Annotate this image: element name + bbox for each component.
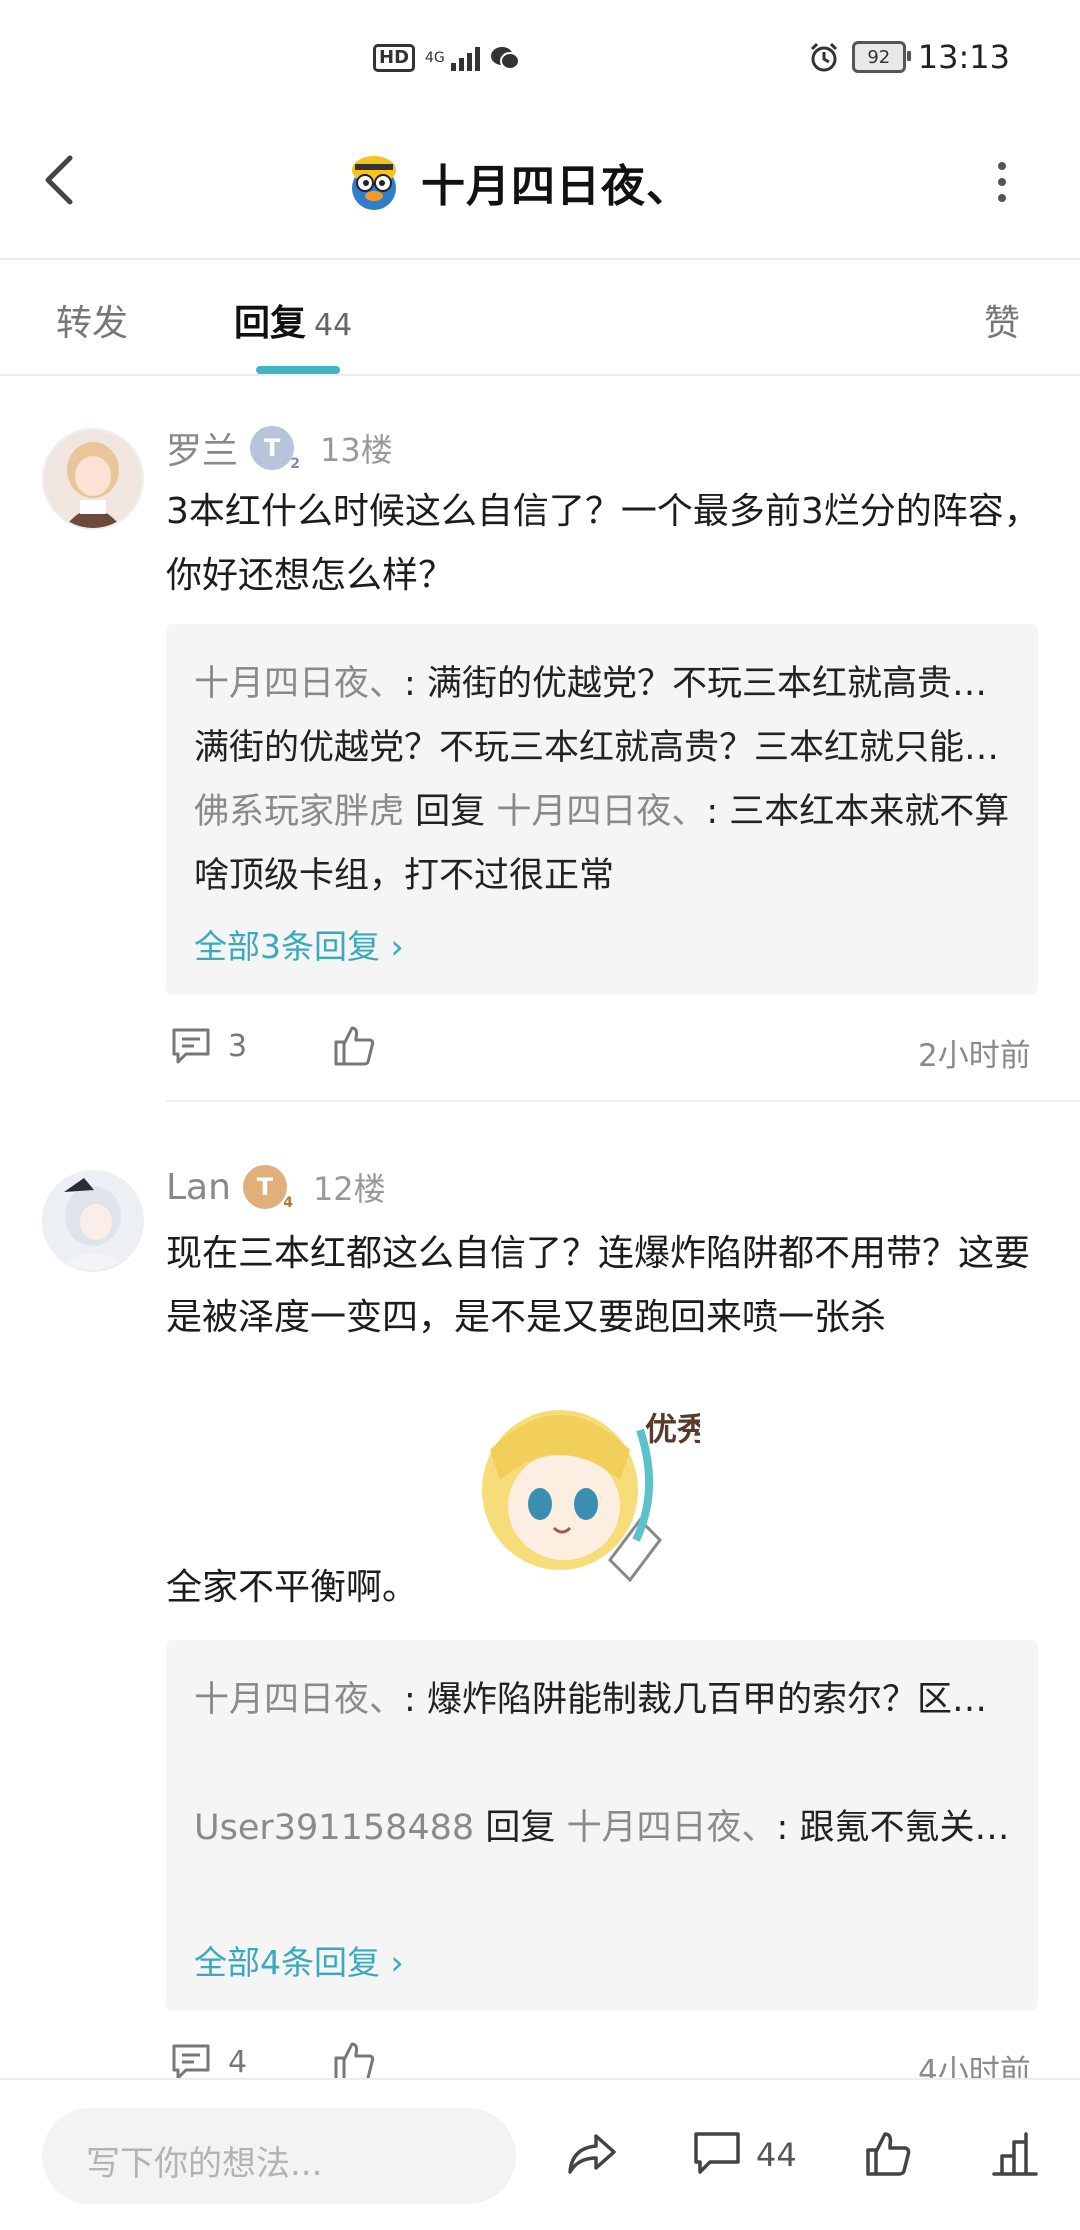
wechat-icon (490, 47, 520, 70)
level-badge: T 2 (250, 426, 300, 472)
comment-header: 罗兰 T 2 13楼 (166, 422, 393, 474)
title-group[interactable]: 十月四日夜、 (345, 150, 691, 214)
reply-author: 十月四日夜、 (194, 664, 405, 704)
avatar-image (44, 1172, 142, 1270)
hd-icon: HD (373, 44, 416, 72)
tab-indicator (256, 366, 340, 374)
status-right: 92 13:13 (808, 38, 1010, 76)
view-all-label: 全部4条回复 (194, 1943, 380, 1982)
reply-line: User391158488 回复 十月四日夜、: 跟氪不氪关系不大，三本红这种快… (194, 1796, 1014, 1860)
badge-level: 2 (290, 456, 301, 472)
reply-word: 回复 (415, 792, 486, 832)
reply-target: 十月四日夜、 (566, 1808, 777, 1848)
floor-number: 13楼 (320, 431, 393, 469)
bottom-bar: 写下你的想法... 44 (0, 2078, 1080, 2230)
comment-input-placeholder: 写下你的想法... (86, 2144, 323, 2184)
reply-text: 跟氪不氪关系不大，三本红这种快攻卡组就是遏制了很... (799, 1808, 1014, 1848)
reply-target: 十月四日夜、 (496, 792, 707, 832)
view-all-replies[interactable]: 全部3条回复 › (194, 920, 404, 968)
divider (166, 1100, 1080, 1102)
battery-icon: 92 (851, 41, 911, 73)
reply-line: 十月四日夜、: 爆炸陷阱能制裁几百甲的索尔？区区200伤害而已。我清光他其他随从… (194, 1668, 1014, 1732)
reply-line-2: 满街的优越党？不玩三本红就高贵？三本红就只能0氪玩？氪了金就不许玩三... (194, 716, 1014, 780)
comment-input[interactable]: 写下你的想法... (42, 2108, 516, 2204)
tab-like[interactable]: 赞 (984, 294, 1020, 346)
comment-text-end: 全家不平衡啊。 (166, 1567, 419, 1608)
chevron-right-icon: › (390, 1943, 404, 1982)
reply-line: 十月四日夜、: 满街的优越党？不玩三本红就高贵？三本红就只能0氪玩？氪了金就不许… (194, 652, 1014, 716)
network-label: 4G (425, 50, 445, 66)
comment-icon (172, 1028, 210, 1064)
comment-button[interactable]: 3 (170, 1026, 247, 1066)
more-icon[interactable] (996, 162, 1008, 202)
reply-author: 十月四日夜、 (194, 1680, 405, 1720)
level-badge: T 4 (242, 1165, 293, 1211)
tab-repost[interactable]: 转发 (56, 294, 128, 346)
avatar-image (44, 430, 142, 528)
comment-count: 4 (228, 2044, 248, 2080)
reply-author: 佛系玩家胖虎 (194, 792, 405, 832)
page-title: 十月四日夜、 (421, 161, 691, 212)
username[interactable]: 罗兰 (166, 422, 238, 474)
clock: 13:13 (917, 38, 1010, 76)
comment-icon[interactable] (692, 2130, 742, 2178)
avatar[interactable] (42, 1170, 144, 1272)
status-bar: HD 4G 92 13:13 (0, 0, 1080, 110)
comment-button[interactable]: 4 (170, 2042, 247, 2082)
signal-icon (450, 45, 480, 71)
tab-reply-count: 44 (314, 308, 353, 343)
alarm-icon (810, 42, 837, 72)
reply-author: User391158488 (194, 1808, 475, 1848)
back-icon[interactable] (40, 150, 80, 210)
comment-text: 3本红什么时候这么自信了？一个最多前3烂分的阵容，你好还想怎么样？ (166, 491, 1040, 596)
sticker-text: 优秀 (645, 1410, 700, 1448)
tab-reply[interactable]: 回复 44 (234, 294, 352, 346)
tab-repost-label: 转发 (56, 303, 129, 344)
tab-like-label: 赞 (984, 303, 1021, 344)
chart-icon[interactable] (990, 2130, 1040, 2178)
status-icons: HD 4G (373, 44, 520, 72)
comment-count: 3 (228, 1028, 248, 1064)
share-icon[interactable] (566, 2130, 618, 2178)
timestamp: 2小时前 (918, 1038, 1031, 1074)
badge-letter: T (263, 434, 281, 462)
comment-text: 现在三本红都这么自信了？连爆炸陷阱都不用带？这要是被泽度一变四，是不是又要跑回来… (166, 1233, 1031, 1338)
username[interactable]: Lan (166, 1167, 231, 1208)
tab-bar: 转发 回复 44 赞 (0, 260, 1080, 376)
header: 十月四日夜、 (0, 110, 1080, 260)
view-all-replies[interactable]: 全部4条回复 › (194, 1936, 404, 1984)
bottom-comment-count: 44 (756, 2136, 797, 2174)
comment-icon (172, 2044, 210, 2080)
reply-text-2: 满街的优越党？不玩三本红就高贵？三本红就只能0氪玩？氪了金就不许玩三... (194, 728, 1014, 768)
comment-header: Lan T 4 12楼 (166, 1164, 386, 1211)
view-all-label: 全部3条回复 (194, 927, 380, 966)
avatar[interactable] (42, 428, 144, 530)
badge-letter: T (256, 1173, 274, 1201)
like-icon[interactable] (332, 1024, 376, 1068)
tab-reply-label: 回复 (234, 303, 307, 344)
chevron-right-icon: › (390, 927, 404, 966)
reply-word: 回复 (485, 1808, 556, 1848)
battery-level: 92 (867, 46, 891, 68)
badge-level: 4 (283, 1195, 293, 1211)
like-icon[interactable] (864, 2130, 912, 2178)
author-avatar[interactable] (345, 150, 403, 214)
reply-box[interactable]: 十月四日夜、: 满街的优越党？不玩三本红就高贵？三本红就只能0氪玩？氪了金就不许… (166, 624, 1038, 994)
reply-box[interactable]: 十月四日夜、: 爆炸陷阱能制裁几百甲的索尔？区区200伤害而已。我清光他其他随从… (166, 1640, 1038, 2010)
floor-number: 12楼 (312, 1170, 386, 1208)
reply-text: 满街的优越党？不玩三本红就高贵？三本红就只能0氪玩？氪了金就不许玩三... (426, 664, 1014, 704)
reply-text: 爆炸陷阱能制裁几百甲的索尔？区区200伤害而已。我清光他其他随从前他甲... (426, 1680, 1014, 1720)
reply-line: 佛系玩家胖虎 回复 十月四日夜、: 三本红本来就不算啥顶级卡组，打不过很正常 (194, 792, 1010, 896)
